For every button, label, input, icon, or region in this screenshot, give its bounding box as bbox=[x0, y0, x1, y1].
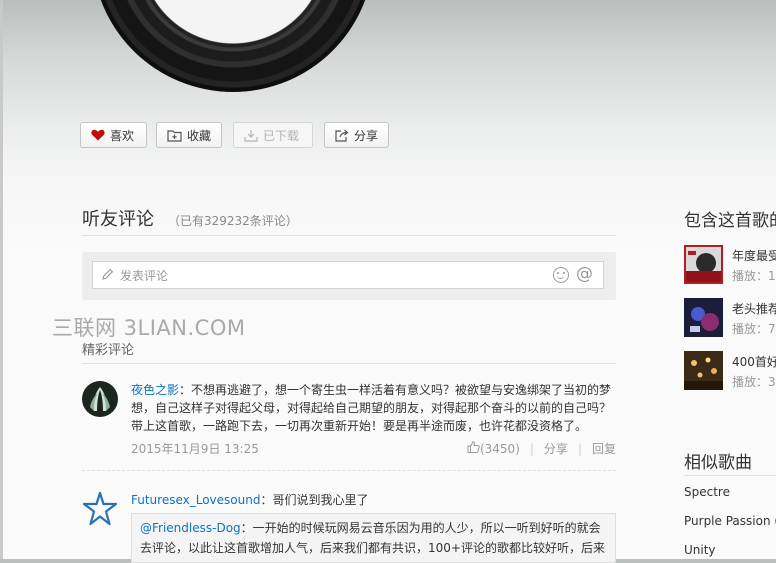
hot-comments-title: 精彩评论 bbox=[82, 343, 135, 358]
comment-input[interactable]: 发表评论 @ bbox=[92, 261, 604, 289]
vinyl-record-cover bbox=[92, 0, 374, 92]
comment-input-placeholder: 发表评论 bbox=[120, 268, 169, 283]
avatar[interactable] bbox=[82, 381, 118, 417]
comment-share-link[interactable]: 分享 bbox=[544, 440, 568, 457]
share-button[interactable]: 分享 bbox=[324, 122, 389, 148]
like-label: 喜欢 bbox=[110, 128, 135, 143]
add-folder-icon bbox=[167, 129, 182, 142]
download-label: 已下载 bbox=[263, 128, 300, 143]
quoted-username[interactable]: @Friendless-Dog bbox=[140, 521, 241, 535]
heart-icon bbox=[91, 129, 105, 141]
comment-like-button[interactable]: (3450) bbox=[467, 441, 520, 456]
comment-input-area: 发表评论 @ bbox=[82, 252, 616, 300]
quoted-comment: @Friendless-Dog：一开始的时候玩网易云音乐因为用的人少，所以一听到… bbox=[131, 513, 616, 563]
download-button[interactable]: 已下载 bbox=[233, 122, 313, 148]
playlist-cover[interactable] bbox=[684, 351, 723, 390]
like-button[interactable]: 喜欢 bbox=[80, 122, 147, 148]
hot-comments-divider bbox=[82, 363, 616, 364]
thumbs-up-icon bbox=[467, 441, 480, 456]
share-label: 分享 bbox=[354, 128, 379, 143]
comment-like-count: (3450) bbox=[479, 441, 520, 456]
comment-body: ：不想再逃避了，想一个寄生虫一样活着有意义吗？被欲望与安逸绑架了当初的梦想，自己… bbox=[131, 383, 612, 433]
playlist-plays: 播放：3 bbox=[732, 375, 776, 389]
ops-separator: | bbox=[529, 441, 534, 456]
comment-divider bbox=[82, 470, 616, 471]
similar-song-item[interactable]: Purple Passion ( bbox=[684, 514, 776, 528]
left-scroll-edge bbox=[0, 0, 3, 559]
comment-item: 夜色之影：不想再逃避了，想一个寄生虫一样活着有意义吗？被欲望与安逸绑架了当初的梦… bbox=[82, 381, 616, 471]
at-mention-icon[interactable]: @ bbox=[576, 264, 593, 284]
playlist-name[interactable]: 年度最受 bbox=[732, 247, 776, 264]
download-icon bbox=[244, 129, 258, 142]
similar-songs-title: 相似歌曲 bbox=[684, 453, 752, 473]
share-icon bbox=[335, 129, 349, 142]
collect-label: 收藏 bbox=[187, 128, 212, 143]
playlists-title: 包含这首歌的 bbox=[684, 211, 776, 231]
ops-separator: | bbox=[577, 441, 582, 456]
comment-text: Futuresex_Lovesound：哥们说到我心里了 bbox=[131, 491, 613, 509]
playlist-plays: 播放：1 bbox=[732, 269, 776, 283]
comment-time: 2015年11月9日 13:25 bbox=[131, 442, 259, 456]
comments-count: （已有329232条评论） bbox=[168, 214, 298, 228]
comment-reply-link[interactable]: 回复 bbox=[592, 440, 616, 457]
comment-body: ：哥们说到我心里了 bbox=[260, 493, 369, 507]
avatar[interactable] bbox=[82, 491, 118, 527]
playlist-name[interactable]: 老头推荐 bbox=[732, 300, 776, 317]
collect-button[interactable]: 收藏 bbox=[156, 122, 222, 148]
comment-username[interactable]: 夜色之影 bbox=[131, 383, 179, 397]
similar-songs-divider bbox=[684, 475, 776, 476]
comments-divider bbox=[82, 235, 616, 236]
playlist-cover[interactable] bbox=[684, 245, 723, 284]
comments-title: 听友评论 bbox=[82, 209, 154, 230]
comment-ops: (3450) | 分享 | 回复 bbox=[467, 440, 616, 457]
playlist-plays: 播放：7 bbox=[732, 322, 776, 336]
comment-item: Futuresex_Lovesound：哥们说到我心里了 @Friendless… bbox=[82, 491, 616, 563]
similar-song-item[interactable]: Spectre bbox=[684, 485, 730, 499]
site-watermark: 三联网 3LIAN.COM bbox=[52, 316, 246, 340]
playlist-name[interactable]: 400首好 bbox=[732, 353, 776, 370]
comment-username[interactable]: Futuresex_Lovesound bbox=[131, 493, 260, 507]
comment-text: 夜色之影：不想再逃避了，想一个寄生虫一样活着有意义吗？被欲望与安逸绑架了当初的梦… bbox=[131, 381, 613, 435]
pencil-icon bbox=[101, 266, 114, 285]
emoji-icon[interactable] bbox=[553, 267, 569, 283]
playlist-cover[interactable] bbox=[684, 298, 723, 337]
similar-song-item[interactable]: Unity bbox=[684, 543, 716, 557]
